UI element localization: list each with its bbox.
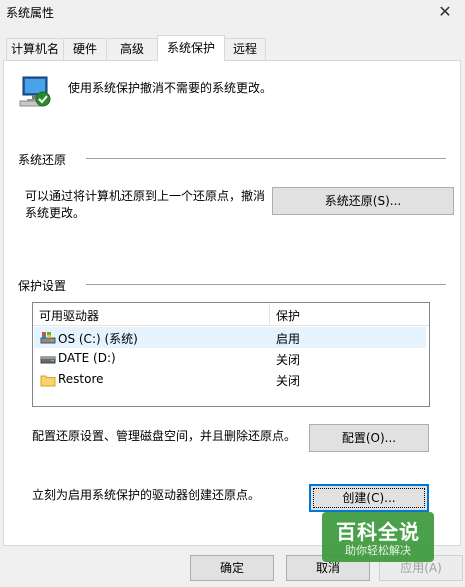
tab-computer-name[interactable]: 计算机名 bbox=[6, 38, 64, 60]
drive-row-restore[interactable]: Restore 关闭 bbox=[34, 369, 426, 390]
folder-icon bbox=[40, 373, 56, 390]
column-available-drives[interactable]: 可用驱动器 bbox=[39, 307, 99, 324]
create-description: 立刻为启用系统保护的驱动器创建还原点。 bbox=[32, 488, 261, 502]
drive-status: 关闭 bbox=[276, 353, 301, 367]
ok-button[interactable]: 确定 bbox=[190, 555, 274, 581]
drive-status: 关闭 bbox=[276, 374, 301, 388]
tab-system-protection[interactable]: 系统保护 bbox=[157, 35, 225, 61]
drive-status: 启用 bbox=[276, 332, 301, 346]
drive-name: DATE (D:) bbox=[58, 351, 116, 365]
watermark-logo: 百科全说 助你轻松解决 bbox=[322, 512, 434, 562]
window-title: 系统属性 bbox=[6, 6, 55, 20]
drive-list-header: 可用驱动器 保护 bbox=[33, 303, 429, 326]
drive-icon bbox=[40, 352, 56, 369]
restore-description-line2: 系统更改。 bbox=[25, 206, 86, 220]
close-icon[interactable]: ✕ bbox=[431, 0, 459, 24]
tab-hardware[interactable]: 硬件 bbox=[63, 38, 107, 60]
system-drive-icon bbox=[40, 331, 56, 348]
drive-row-d[interactable]: DATE (D:) 关闭 bbox=[34, 348, 426, 369]
create-button[interactable]: 创建(C)... bbox=[309, 484, 429, 512]
drive-name: OS (C:) (系统) bbox=[58, 332, 138, 346]
configure-button[interactable]: 配置(O)... bbox=[309, 424, 429, 452]
tab-advanced[interactable]: 高级 bbox=[106, 38, 158, 60]
drive-list[interactable]: 可用驱动器 保护 OS (C:) (系统) 启用 DATE (D:) 关闭 Re… bbox=[32, 302, 430, 407]
column-separator bbox=[269, 303, 270, 325]
restore-divider bbox=[86, 158, 446, 159]
tab-remote[interactable]: 远程 bbox=[224, 38, 266, 60]
protection-section-title: 保护设置 bbox=[18, 279, 67, 293]
intro-text: 使用系统保护撤消不需要的系统更改。 bbox=[68, 81, 273, 95]
configure-description: 配置还原设置、管理磁盘空间，并且删除还原点。 bbox=[32, 429, 297, 443]
protection-divider bbox=[86, 284, 446, 285]
drive-row-c[interactable]: OS (C:) (系统) 启用 bbox=[34, 327, 426, 348]
system-protection-panel: 使用系统保护撤消不需要的系统更改。 系统还原 可以通过将计算机还原到上一个还原点… bbox=[3, 60, 461, 546]
restore-section-title: 系统还原 bbox=[18, 153, 67, 167]
column-protection[interactable]: 保护 bbox=[276, 307, 300, 324]
watermark-main: 百科全说 bbox=[336, 520, 420, 544]
watermark-sub: 助你轻松解决 bbox=[345, 544, 411, 557]
restore-description-line1: 可以通过将计算机还原到上一个还原点，撤消 bbox=[25, 189, 266, 203]
system-protection-icon bbox=[18, 73, 54, 112]
drive-name: Restore bbox=[58, 372, 104, 386]
system-restore-button[interactable]: 系统还原(S)... bbox=[272, 187, 454, 215]
